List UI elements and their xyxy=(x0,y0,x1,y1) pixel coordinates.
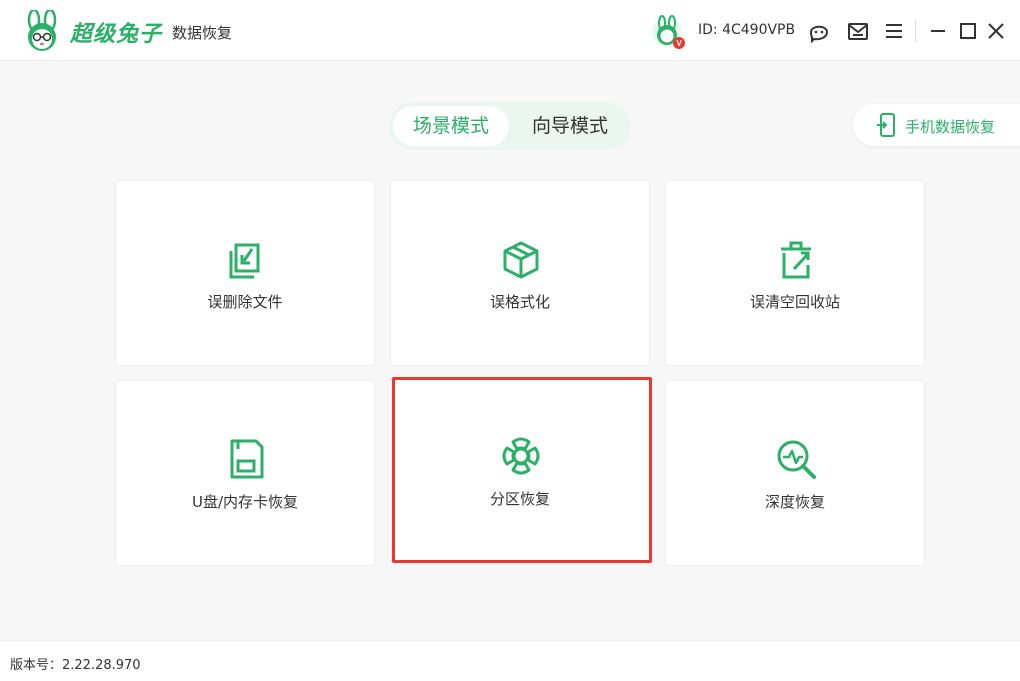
brand-subtitle: 数据恢复 xyxy=(172,24,233,42)
card-label: U盘/内存卡恢复 xyxy=(191,493,299,511)
phone-transfer-icon xyxy=(877,113,895,137)
avatar-badge: V xyxy=(676,39,682,48)
card-label: 误格式化 xyxy=(489,293,550,311)
title-bar: 超级兔子 数据恢复 V ID: 4C490VPB xyxy=(0,0,1020,61)
rabbit-logo-icon xyxy=(27,10,57,51)
user-avatar[interactable]: V xyxy=(651,15,685,49)
phone-recovery-button[interactable]: 手机数据恢复 xyxy=(853,104,1020,146)
titlebar-separator xyxy=(915,20,916,42)
maximize-icon[interactable] xyxy=(956,19,980,43)
status-footer: 版本号：2.22.28.970 xyxy=(0,640,1020,681)
card-usb-sd-recovery[interactable]: U盘/内存卡恢复 xyxy=(115,380,375,566)
card-label: 深度恢复 xyxy=(764,493,825,511)
card-label: 误清空回收站 xyxy=(749,293,840,311)
recycle-bin-icon xyxy=(781,241,811,279)
card-label: 误删除文件 xyxy=(207,293,283,311)
card-recycle-bin[interactable]: 误清空回收站 xyxy=(665,180,925,366)
mode-tabs: 场景模式 向导模式 xyxy=(389,102,631,150)
menu-icon[interactable] xyxy=(882,19,906,43)
card-partition-recovery[interactable]: 分区恢复 xyxy=(392,377,652,563)
sd-card-icon xyxy=(230,439,264,479)
close-icon[interactable] xyxy=(984,19,1008,43)
version-label: 版本号：2.22.28.970 xyxy=(10,658,141,673)
phone-recovery-label: 手机数据恢复 xyxy=(905,118,996,136)
card-format-recovery[interactable]: 误格式化 xyxy=(390,180,650,366)
tab-scene-mode[interactable]: 场景模式 xyxy=(393,106,509,146)
card-deleted-files[interactable]: 误删除文件 xyxy=(115,180,375,366)
message-icon[interactable] xyxy=(846,19,870,43)
tab-guide-mode[interactable]: 向导模式 xyxy=(513,106,627,146)
card-label: 分区恢复 xyxy=(489,490,550,508)
partition-icon xyxy=(502,437,540,475)
deleted-file-icon xyxy=(229,243,260,279)
deep-scan-icon xyxy=(777,440,816,479)
brand-name: 超级兔子 xyxy=(70,22,163,47)
format-box-icon xyxy=(503,241,539,279)
minimize-icon[interactable] xyxy=(926,19,950,43)
support-icon[interactable] xyxy=(807,19,831,43)
user-id: ID: 4C490VPB xyxy=(698,22,796,38)
card-deep-recovery[interactable]: 深度恢复 xyxy=(665,380,925,566)
